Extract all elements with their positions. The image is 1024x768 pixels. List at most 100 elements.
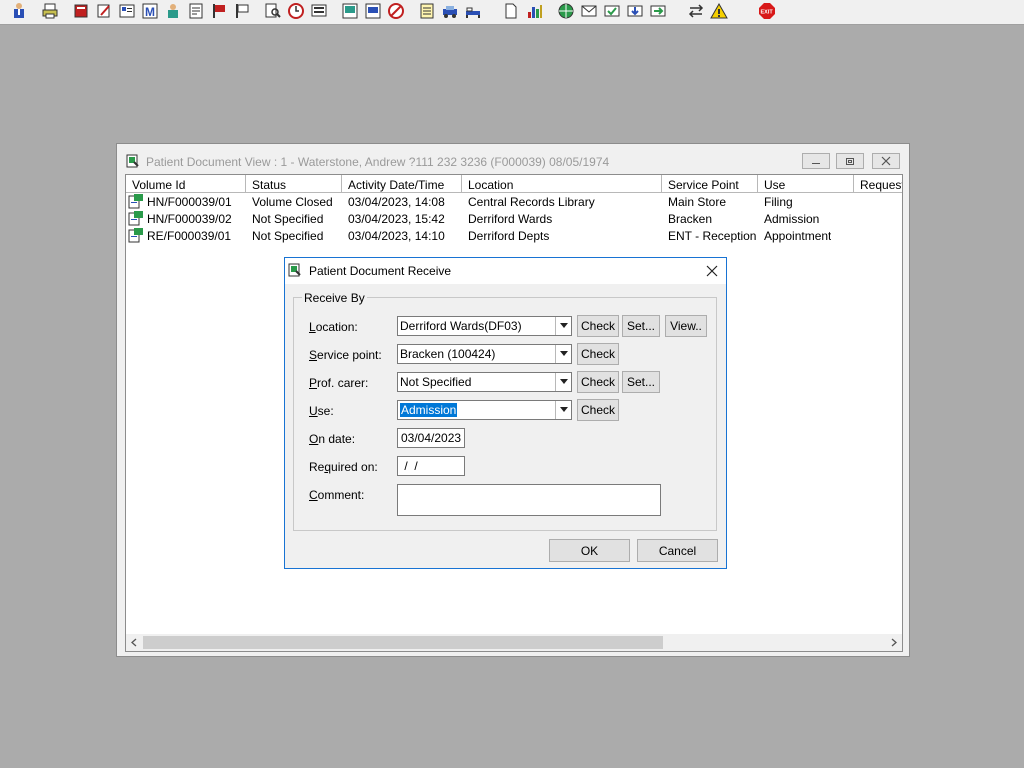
window-title: Patient Document View : 1 - Waterstone, …: [146, 155, 610, 169]
volume-icon: [128, 194, 143, 209]
globe-icon[interactable]: [556, 1, 576, 21]
use-select[interactable]: Admission: [397, 400, 572, 420]
patient-document-receive-dialog: Patient Document Receive Receive By Loca…: [284, 257, 727, 569]
horizontal-scrollbar[interactable]: [126, 634, 902, 651]
required-on-value: / /: [401, 459, 418, 473]
svg-text:M: M: [145, 5, 155, 19]
notepad-icon[interactable]: [417, 1, 437, 21]
document-receive-icon: [288, 263, 301, 277]
location-dropdown-button[interactable]: [555, 317, 571, 335]
exit-icon[interactable]: EXIT: [757, 1, 777, 21]
on-date-field[interactable]: 03/04/2023: [397, 428, 465, 448]
window-titlebar[interactable]: Patient Document View : 1 - Waterstone, …: [117, 144, 909, 174]
scroll-right-icon[interactable]: [887, 636, 900, 649]
prof-carer-value: Not Specified: [400, 375, 472, 389]
clock-icon[interactable]: [286, 1, 306, 21]
cell-service-point: Bracken: [668, 212, 713, 226]
prof-carer-dropdown-button[interactable]: [555, 373, 571, 391]
service-point-select[interactable]: Bracken (100424): [397, 344, 572, 364]
no-icon[interactable]: [386, 1, 406, 21]
document-icon[interactable]: [501, 1, 521, 21]
table-row[interactable]: HN/F000039/02 Not Specified 03/04/2023, …: [126, 210, 902, 227]
screen-icon[interactable]: [309, 1, 329, 21]
prof-carer-select[interactable]: Not Specified: [397, 372, 572, 392]
receive-by-label: Receive By: [302, 291, 367, 305]
document-view-icon: [126, 154, 139, 168]
column-header-service-point[interactable]: Service Point: [662, 175, 758, 193]
prof-carer-label: Prof. carer:: [309, 376, 369, 390]
edit-icon[interactable]: [94, 1, 114, 21]
chevron-down-icon: [559, 323, 568, 328]
notes-icon[interactable]: [186, 1, 206, 21]
scrollbar-thumb[interactable]: [143, 636, 663, 649]
mail-check-icon[interactable]: [602, 1, 622, 21]
service-point-check-button[interactable]: Check: [577, 343, 619, 365]
cell-activity: 03/04/2023, 14:10: [348, 229, 445, 243]
cell-use: Appointment: [764, 229, 832, 243]
mail-arrow-icon[interactable]: [648, 1, 668, 21]
monitor-icon[interactable]: [340, 1, 360, 21]
cell-activity: 03/04/2023, 15:42: [348, 212, 445, 226]
minimize-button[interactable]: [802, 153, 830, 169]
column-header-location[interactable]: Location: [462, 175, 662, 193]
car-icon[interactable]: [440, 1, 460, 21]
patient-icon[interactable]: [9, 1, 29, 21]
card-icon[interactable]: [117, 1, 137, 21]
cell-service-point: ENT - Reception: [668, 229, 757, 243]
bar-chart-icon[interactable]: [525, 1, 545, 21]
ok-button[interactable]: OK: [549, 539, 630, 562]
scroll-left-icon[interactable]: [128, 636, 141, 649]
service-point-dropdown-button[interactable]: [555, 345, 571, 363]
location-label: Location:: [309, 320, 358, 334]
use-dropdown-button[interactable]: [555, 401, 571, 419]
bed-icon[interactable]: [463, 1, 483, 21]
minimize-icon: [812, 163, 820, 164]
doctor-icon[interactable]: [163, 1, 183, 21]
required-on-label: Required on:: [309, 460, 378, 474]
column-header-volume-id[interactable]: Volume Id: [126, 175, 246, 193]
volume-icon: [128, 211, 143, 226]
location-check-button[interactable]: Check: [577, 315, 619, 337]
column-header-requested[interactable]: Requeste: [854, 175, 902, 193]
book-icon[interactable]: [71, 1, 91, 21]
use-check-button[interactable]: Check: [577, 399, 619, 421]
flag-icon[interactable]: [209, 1, 229, 21]
dialog-close-button[interactable]: [704, 263, 720, 279]
chevron-down-icon: [559, 407, 568, 412]
column-header-activity[interactable]: Activity Date/Time: [342, 175, 462, 193]
dialog-title: Patient Document Receive: [309, 264, 452, 278]
table-row[interactable]: HN/F000039/01 Volume Closed 03/04/2023, …: [126, 193, 902, 210]
on-date-value: 03/04/2023: [401, 431, 462, 445]
column-header-use[interactable]: Use: [758, 175, 854, 193]
comment-field[interactable]: [397, 484, 661, 516]
m-icon[interactable]: M: [140, 1, 160, 21]
column-header-status[interactable]: Status: [246, 175, 342, 193]
warning-icon[interactable]: [709, 1, 729, 21]
swap-icon[interactable]: [686, 1, 706, 21]
location-view-button[interactable]: View..: [665, 315, 707, 337]
chat-icon[interactable]: [363, 1, 383, 21]
mail-icon[interactable]: [579, 1, 599, 21]
chevron-down-icon: [559, 379, 568, 384]
close-button[interactable]: [872, 153, 900, 169]
cancel-button[interactable]: Cancel: [637, 539, 718, 562]
cell-use: Admission: [764, 212, 820, 226]
location-set-button[interactable]: Set...: [622, 315, 660, 337]
flag2-icon[interactable]: [232, 1, 252, 21]
search-doc-icon[interactable]: [263, 1, 283, 21]
cell-location: Central Records Library: [468, 195, 595, 209]
mail-down-icon[interactable]: [625, 1, 645, 21]
table-row[interactable]: RE/F000039/01 Not Specified 03/04/2023, …: [126, 227, 902, 244]
prof-carer-set-button[interactable]: Set...: [622, 371, 660, 393]
cell-use: Filing: [764, 195, 793, 209]
location-select[interactable]: Derriford Wards(DF03): [397, 316, 572, 336]
service-point-label: Service point:: [309, 348, 382, 362]
volume-icon: [128, 228, 143, 243]
on-date-label: On date:: [309, 432, 356, 446]
printer-icon[interactable]: [40, 1, 60, 21]
dialog-titlebar[interactable]: Patient Document Receive: [285, 258, 726, 284]
cell-status: Not Specified: [252, 229, 324, 243]
prof-carer-check-button[interactable]: Check: [577, 371, 619, 393]
maximize-button[interactable]: [836, 153, 864, 169]
required-on-field[interactable]: / /: [397, 456, 465, 476]
